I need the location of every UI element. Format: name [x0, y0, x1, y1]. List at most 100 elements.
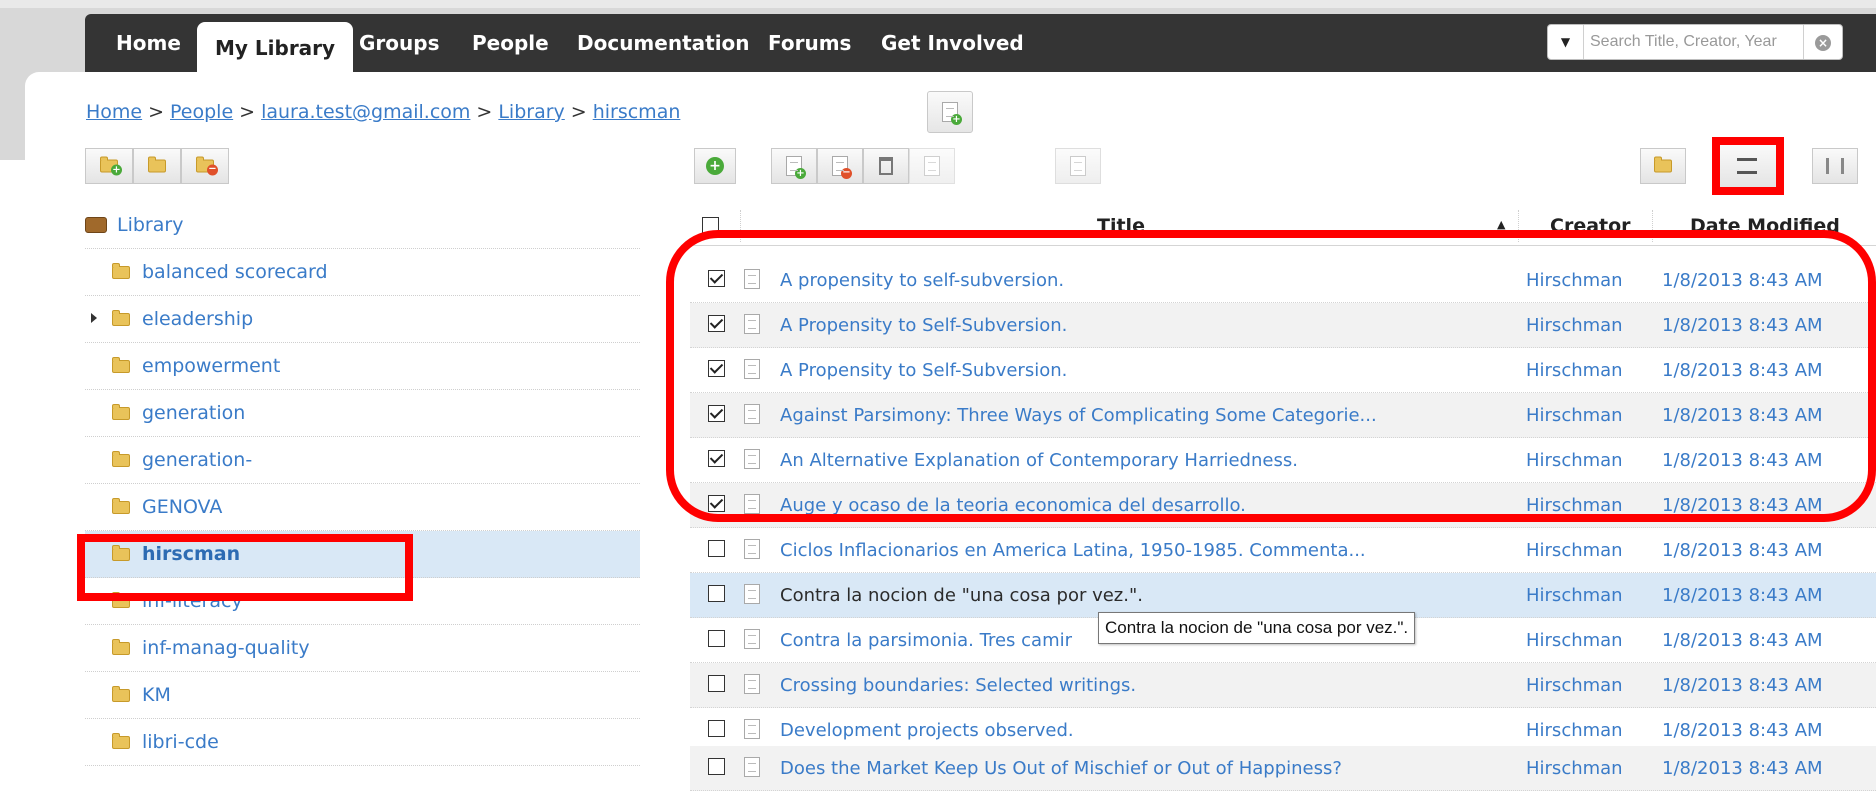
item-title[interactable]: Development projects observed. — [780, 720, 1074, 741]
column-divider — [1518, 210, 1519, 242]
row-checkbox[interactable] — [708, 675, 725, 692]
nav-forums[interactable]: Forums — [768, 14, 851, 72]
add-button[interactable]: + — [694, 148, 736, 184]
nav-home[interactable]: Home — [116, 14, 181, 72]
column-divider — [1652, 210, 1653, 242]
row-checkbox[interactable] — [708, 758, 725, 775]
sidebar-item-inf-literacy[interactable]: inf-literacy — [85, 578, 640, 625]
item-title[interactable]: Auge y ocaso de la teoria economica del … — [780, 495, 1246, 516]
new-item-button[interactable]: + — [927, 91, 973, 133]
row-checkbox[interactable] — [708, 270, 725, 287]
row-checkbox[interactable] — [708, 315, 725, 332]
sidebar-item-label: libri-cde — [142, 731, 219, 753]
breadcrumb-home[interactable]: Home — [86, 101, 142, 123]
remove-from-collection-button[interactable]: − — [817, 148, 863, 184]
sidebar-item-hirscman[interactable]: hirscman — [85, 531, 640, 578]
table-row[interactable]: Ciclos Inflacionarios en America Latina,… — [690, 528, 1876, 573]
list-view-button[interactable] — [1717, 144, 1777, 188]
item-title[interactable]: Does the Market Keep Us Out of Mischief … — [780, 758, 1342, 779]
item-title[interactable]: A Propensity to Self-Subversion. — [780, 315, 1067, 336]
breadcrumb-library[interactable]: Library — [498, 101, 564, 123]
search-input[interactable] — [1590, 29, 1795, 55]
sidebar-item-eleadership[interactable]: eleadership — [85, 296, 640, 343]
item-title[interactable]: Ciclos Inflacionarios en America Latina,… — [780, 540, 1366, 561]
item-title[interactable]: Contra la nocion de "una cosa por vez.". — [780, 585, 1143, 606]
nav-get-involved[interactable]: Get Involved — [881, 14, 1024, 72]
row-checkbox[interactable] — [708, 450, 725, 467]
sidebar-item-km[interactable]: KM — [85, 672, 640, 719]
item-creator: Hirschman — [1526, 270, 1623, 291]
table-row[interactable]: A Propensity to Self-Subversion. Hirschm… — [690, 348, 1876, 393]
table-row[interactable]: Crossing boundaries: Selected writings. … — [690, 663, 1876, 708]
new-collection-button[interactable]: + — [85, 148, 133, 184]
breadcrumb-user[interactable]: laura.test@gmail.com — [261, 101, 470, 123]
sidebar-item-inf-manag-quality[interactable]: inf-manag-quality — [85, 625, 640, 672]
row-checkbox[interactable] — [708, 540, 725, 557]
row-checkbox[interactable] — [708, 585, 725, 602]
plus-circle-icon: + — [706, 157, 724, 175]
row-checkbox[interactable] — [708, 360, 725, 377]
item-title[interactable]: An Alternative Explanation of Contempora… — [780, 450, 1298, 471]
sidebar-item-libri-cde[interactable]: libri-cde — [85, 719, 640, 766]
table-row[interactable]: Does the Market Keep Us Out of Mischief … — [690, 746, 1876, 791]
document-icon — [744, 314, 760, 334]
item-date-modified: 1/8/2013 8:43 AM — [1662, 495, 1823, 516]
breadcrumb-separator: > — [239, 101, 256, 123]
sidebar-item-balanced-scorecard[interactable]: balanced scorecard — [85, 249, 640, 296]
sidebar-item-label: empowerment — [142, 355, 281, 377]
item-date-modified: 1/8/2013 8:43 AM — [1662, 405, 1823, 426]
delete-collection-button[interactable]: − — [181, 148, 229, 184]
breadcrumb-separator: > — [570, 101, 587, 123]
item-title[interactable]: A propensity to self-subversion. — [780, 270, 1064, 291]
breadcrumb-people[interactable]: People — [170, 101, 233, 123]
clear-search-button[interactable]: × — [1803, 25, 1842, 59]
item-creator: Hirschman — [1526, 675, 1623, 696]
sidebar-item-empowerment[interactable]: empowerment — [85, 343, 640, 390]
table-row[interactable]: Against Parsimony: Three Ways of Complic… — [690, 393, 1876, 438]
nav-people[interactable]: People — [472, 14, 549, 72]
row-checkbox[interactable] — [708, 405, 725, 422]
item-creator: Hirschman — [1526, 495, 1623, 516]
column-divider — [740, 210, 741, 242]
item-date-modified: 1/8/2013 8:43 AM — [1662, 585, 1823, 606]
column-header-title[interactable]: Title — [1097, 206, 1145, 246]
row-checkbox[interactable] — [708, 720, 725, 737]
restore-button[interactable] — [909, 148, 955, 184]
edit-collection-button[interactable] — [133, 148, 181, 184]
nav-documentation[interactable]: Documentation — [577, 14, 750, 72]
sidebar-library-root[interactable]: Library — [85, 202, 640, 249]
breadcrumb-separator: > — [148, 101, 165, 123]
column-header-date-modified[interactable]: Date Modified — [1690, 206, 1840, 246]
add-to-collection-button[interactable]: + — [771, 148, 817, 184]
sidebar-item-generation-dash[interactable]: generation- — [85, 437, 640, 484]
search-type-dropdown[interactable]: ▼ — [1548, 25, 1584, 59]
edit-item-button[interactable] — [1055, 148, 1101, 184]
sidebar-item-label: eleadership — [142, 308, 254, 330]
breadcrumb-current-collection[interactable]: hirscman — [593, 101, 681, 123]
row-checkbox[interactable] — [708, 495, 725, 512]
columns-settings-button[interactable] — [1812, 148, 1858, 184]
row-checkbox[interactable] — [708, 630, 725, 647]
table-row[interactable]: Auge y ocaso de la teoria economica del … — [690, 483, 1876, 528]
delete-button[interactable] — [863, 148, 909, 184]
column-header-creator[interactable]: Creator — [1550, 206, 1631, 246]
sidebar-item-genova[interactable]: GENOVA — [85, 484, 640, 531]
item-creator: Hirschman — [1526, 758, 1623, 779]
remove-doc-icon: − — [832, 156, 852, 179]
table-row[interactable]: An Alternative Explanation of Contempora… — [690, 438, 1876, 483]
item-title[interactable]: Crossing boundaries: Selected writings. — [780, 675, 1136, 696]
item-title[interactable]: Contra la parsimonia. Tres camir — [780, 630, 1072, 651]
document-icon — [744, 674, 760, 694]
sidebar-item-label: hirscman — [142, 543, 241, 565]
expand-arrow-icon[interactable] — [91, 313, 97, 323]
nav-groups[interactable]: Groups — [359, 14, 439, 72]
table-row[interactable]: A propensity to self-subversion. Hirschm… — [690, 258, 1876, 303]
item-title[interactable]: A Propensity to Self-Subversion. — [780, 360, 1067, 381]
export-button[interactable] — [1640, 148, 1686, 184]
item-date-modified: 1/8/2013 8:43 AM — [1662, 360, 1823, 381]
item-title[interactable]: Against Parsimony: Three Ways of Complic… — [780, 405, 1377, 426]
sidebar-item-generation[interactable]: generation — [85, 390, 640, 437]
table-row[interactable]: A Propensity to Self-Subversion. Hirschm… — [690, 303, 1876, 348]
select-all-checkbox[interactable] — [702, 217, 719, 234]
library-icon — [85, 217, 107, 233]
